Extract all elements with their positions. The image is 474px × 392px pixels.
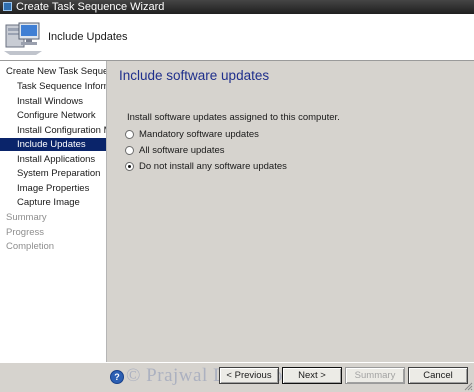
nav-item-install-applications[interactable]: Install Applications <box>0 153 106 166</box>
nav-item-image-properties[interactable]: Image Properties <box>0 182 106 195</box>
page-title: Include software updates <box>119 68 270 83</box>
previous-button[interactable]: < Previous <box>219 367 279 384</box>
wizard-steps-sidebar: Create New Task Sequence Task Sequence I… <box>0 61 107 362</box>
instruction-text: Install software updates assigned to thi… <box>127 112 340 123</box>
nav-item-capture-image[interactable]: Capture Image <box>0 196 106 209</box>
nav-item-install-windows[interactable]: Install Windows <box>0 95 106 108</box>
computer-wizard-icon <box>4 22 42 55</box>
resize-grip-icon[interactable] <box>463 381 473 391</box>
help-icon[interactable]: ? <box>110 370 124 384</box>
option-label: Do not install any software updates <box>139 160 287 172</box>
header-title: Include Updates <box>48 31 128 43</box>
app-icon <box>3 2 12 11</box>
option-all-updates[interactable]: All software updates <box>125 143 225 157</box>
option-no-updates[interactable]: Do not install any software updates <box>125 159 287 173</box>
option-label: Mandatory software updates <box>139 128 259 140</box>
radio-button[interactable] <box>125 129 134 139</box>
option-label: All software updates <box>139 144 225 156</box>
wizard-header: Include Updates <box>0 14 474 61</box>
title-bar: Create Task Sequence Wizard <box>0 0 474 14</box>
nav-item-progress: Progress <box>6 227 45 238</box>
radio-button-checked[interactable] <box>125 161 134 171</box>
wizard-content-panel: Include software updates Install softwar… <box>107 61 474 362</box>
nav-item-task-sequence-information[interactable]: Task Sequence Information <box>0 80 106 93</box>
nav-item-summary: Summary <box>6 212 47 223</box>
nav-item-install-configuration-manager[interactable]: Install Configuration Manag <box>0 124 106 137</box>
nav-item-system-preparation[interactable]: System Preparation <box>0 167 106 180</box>
nav-item-create-new-task-sequence[interactable]: Create New Task Sequence <box>0 65 106 78</box>
option-mandatory-updates[interactable]: Mandatory software updates <box>125 127 259 141</box>
summary-button: Summary <box>345 367 405 384</box>
radio-button[interactable] <box>125 145 134 155</box>
nav-item-include-updates[interactable]: Include Updates <box>0 138 106 151</box>
cancel-button[interactable]: Cancel <box>408 367 468 384</box>
wizard-footer: ? © Prajwal Desai.com < Previous Next > … <box>0 362 474 392</box>
nav-item-completion: Completion <box>6 241 55 252</box>
next-button[interactable]: Next > <box>282 367 342 384</box>
nav-item-configure-network[interactable]: Configure Network <box>0 109 106 122</box>
window-title: Create Task Sequence Wizard <box>16 1 165 13</box>
